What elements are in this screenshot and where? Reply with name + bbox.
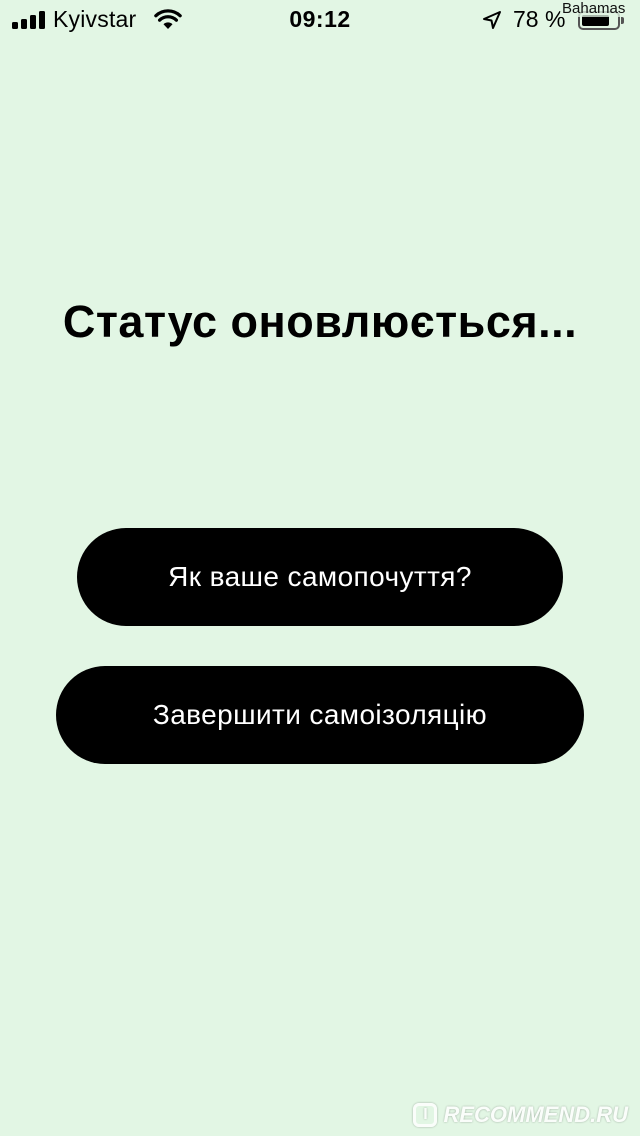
end-self-isolation-button[interactable]: Завершити самоізоляцію	[56, 666, 584, 764]
battery-percent: 78 %	[513, 6, 566, 32]
app-screen: Kyivstar 09:12 78 % Bahamas Статус оновл…	[0, 0, 640, 1136]
status-bar: Kyivstar 09:12 78 % Bahamas	[0, 0, 640, 40]
wellbeing-button-label: Як ваше самопочуття?	[168, 561, 472, 592]
battery-cap	[621, 17, 624, 24]
wellbeing-button[interactable]: Як ваше самопочуття?	[77, 528, 563, 626]
status-title: Статус оновлюється...	[62, 296, 578, 347]
watermark-text: RECOMMEND.RU	[443, 1102, 628, 1127]
watermark: I RECOMMEND.RU	[413, 1102, 628, 1128]
watermark-logo-icon: I	[413, 1103, 438, 1127]
network-label: Bahamas	[560, 0, 628, 17]
location-arrow-icon	[483, 11, 501, 29]
end-self-isolation-button-label: Завершити самоізоляцію	[152, 699, 488, 730]
